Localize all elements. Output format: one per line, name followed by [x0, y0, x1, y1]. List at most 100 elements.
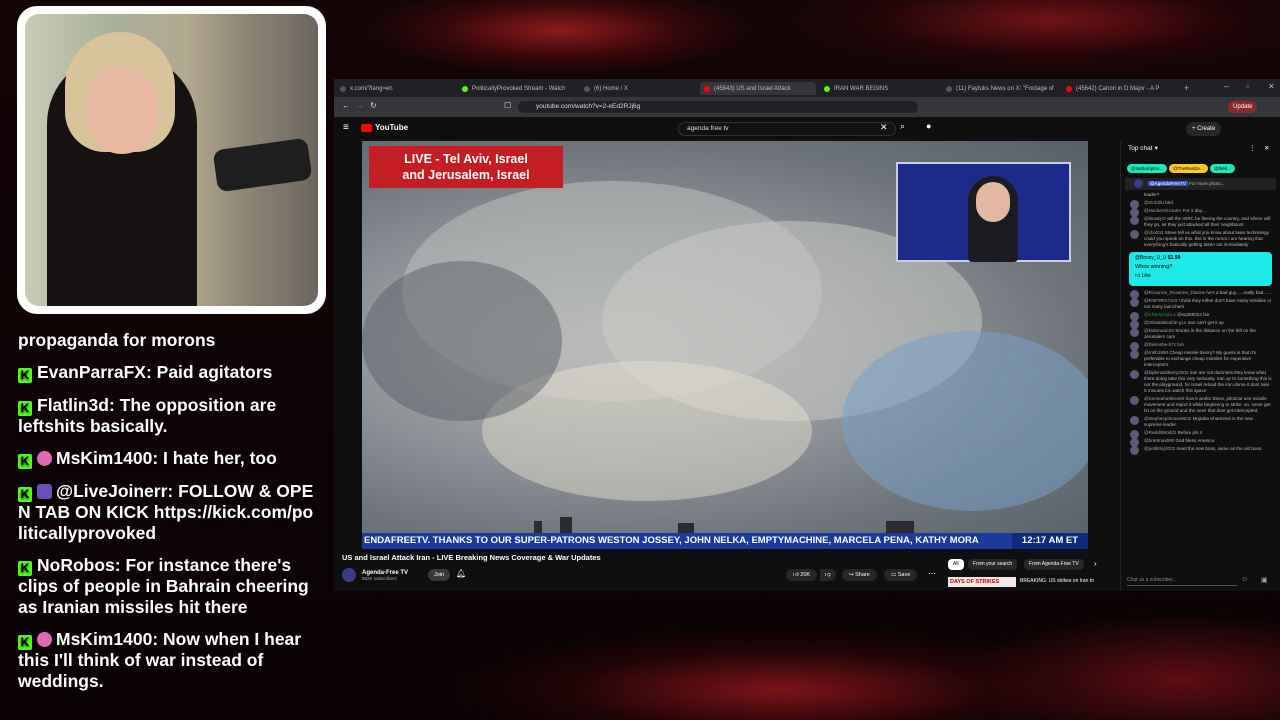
kick-icon	[824, 85, 830, 92]
more-options-icon[interactable]: ⋮	[1249, 144, 1256, 152]
news-ticker: ENDAFREETV. THANKS TO OUR SUPER-PATRONS …	[362, 533, 1088, 549]
kick-icon: K	[18, 487, 32, 502]
x-icon	[584, 85, 590, 92]
new-tab-icon[interactable]: +	[1184, 83, 1189, 93]
donor-chip[interactable]: @rachumpton...	[1127, 164, 1168, 173]
chip-all[interactable]: All	[948, 559, 964, 570]
emoji-icon[interactable]: ☺	[1241, 576, 1248, 583]
live-chat-header: Top chat ▾ ⋮ ✕	[1121, 141, 1280, 155]
ticker-time: 12:17 AM ET	[1012, 533, 1088, 549]
tab-bar: x.com/?lang=en PoliticallyProvoked Strea…	[334, 79, 1280, 97]
youtube-icon	[1066, 85, 1072, 92]
youtube-play-icon	[361, 123, 372, 132]
chevron-right-icon[interactable]: ›	[1094, 559, 1097, 568]
kick-icon: K	[18, 561, 32, 576]
subscriber-badge-icon	[37, 632, 52, 647]
super-chat-icon[interactable]: ▣	[1261, 576, 1268, 584]
location-banner: LIVE - Tel Aviv, Israel and Jerusalem, Is…	[369, 146, 563, 188]
kick-icon: K	[18, 635, 32, 650]
kick-icon	[462, 85, 468, 92]
browser-window: x.com/?lang=en PoliticallyProvoked Strea…	[334, 79, 1280, 591]
donor-chip[interactable]: @thek...	[1209, 164, 1235, 173]
video-player[interactable]: LIVE - Tel Aviv, Israel and Jerusalem, Is…	[362, 141, 1088, 549]
kick-icon: K	[18, 367, 32, 383]
browser-tab[interactable]: PoliticallyProvoked Stream - Watch	[462, 82, 572, 95]
maximize-icon[interactable]: ▫	[1246, 82, 1249, 91]
search-icon[interactable]: ⌕	[900, 121, 905, 132]
chat-message: @RSP3RS7103 I think they either don't ha…	[1121, 297, 1280, 311]
chat-message: @stephenjohnson9632 Mojtaba Khamenei is …	[1121, 415, 1280, 429]
chip-from-channel[interactable]: From Agenda-Free TV	[1024, 559, 1084, 570]
chat-mode-dropdown[interactable]: Top chat	[1128, 145, 1153, 152]
clear-search-icon[interactable]: ✕	[880, 122, 888, 133]
city-skyline	[362, 517, 1088, 533]
recommendation-title[interactable]: BREAKING: US strikes on Iran to	[1020, 578, 1094, 584]
like-button[interactable]: 👍︎ 20K	[786, 569, 818, 581]
chat-message: @HackersScouter For 1 day...	[1121, 207, 1280, 217]
chip-from-search[interactable]: From your search	[968, 559, 1018, 570]
address-bar-row: ← → ↻ ☐ youtube.com/watch?v=2-eEd2RJj6g …	[334, 97, 1280, 117]
back-icon[interactable]: ←	[342, 101, 350, 110]
chat-message: @Roxanne_Roxanne_Dianne he's a bad guy..…	[1121, 289, 1280, 299]
url-field[interactable]: youtube.com/watch?v=2-eEd2RJj6g	[518, 101, 918, 113]
chat-message: @petlilcky2022 meet the new boss, same a…	[1121, 445, 1280, 455]
kick-icon: K	[18, 454, 32, 469]
menu-icon[interactable]: ≡	[343, 122, 349, 133]
youtube-icon	[704, 85, 710, 92]
chat-message: @CherryCola.1 @sq355024 fair	[1121, 311, 1280, 321]
forward-icon[interactable]: →	[356, 101, 364, 110]
reload-icon[interactable]: ↻	[370, 101, 377, 110]
live-chat-panel: Top chat ▾ ⋮ ✕ @rachumpton... @TheReal2A..…	[1120, 141, 1280, 591]
chat-input[interactable]: Chat as a subscriber...	[1127, 575, 1237, 586]
microphone	[212, 137, 313, 193]
dislike-button[interactable]: 👎︎	[820, 569, 836, 581]
stream-chat-overlay: propaganda for morons K EvanParraFX: Paid…	[18, 330, 318, 703]
join-button[interactable]: Join	[428, 569, 451, 581]
donor-chip[interactable]: @TheReal2A...	[1169, 164, 1208, 173]
update-button[interactable]: Update	[1228, 101, 1258, 113]
pinned-message[interactable]: @AgendaFreeTV For more photo...	[1125, 178, 1276, 190]
x-icon	[340, 85, 346, 92]
chevron-down-icon[interactable]: ▾	[1155, 144, 1158, 152]
top-donors: @rachumpton... @TheReal2A... @thek...	[1121, 155, 1280, 177]
search-input[interactable]: agenda free tv	[678, 122, 896, 136]
more-icon[interactable]: ⋯	[928, 569, 936, 578]
browser-tab[interactable]: (45642) Canon in D Major - A P	[1066, 82, 1172, 95]
channel-info[interactable]: Agenda-Free TV 882K subscribers	[342, 568, 408, 582]
subscriber-badge-icon	[37, 451, 52, 466]
share-button[interactable]: ↪ Share	[842, 569, 877, 581]
browser-tab[interactable]: (11) Faytuks News on X: "Footage of	[946, 82, 1058, 95]
browser-tab[interactable]: (6) Home / X	[584, 82, 684, 95]
notification-bell-icon[interactable]: 🔔︎	[456, 569, 466, 578]
save-button[interactable]: ▭ Save	[884, 569, 918, 581]
super-chat[interactable]: @Bossy_U_U $1.99 Whos winning? 👍︎ Like	[1129, 252, 1272, 286]
chat-message: K @LiveJoinerr: FOLLOW & OPEN TAB ON KICK…	[18, 481, 314, 543]
minimize-icon[interactable]: –	[1224, 81, 1229, 91]
anchor-video-inset	[896, 162, 1071, 262]
microphone-icon[interactable]: ●	[926, 121, 931, 131]
youtube-logo[interactable]: YouTube	[361, 123, 408, 132]
browser-tab-active[interactable]: (45643) US and Israel Attack	[700, 82, 816, 95]
close-icon[interactable]: ✕	[1268, 82, 1275, 91]
chat-message: @rmth1890 Cheap missile theory? My guess…	[1121, 349, 1280, 369]
chat-message: @Denoshe-b7c bro	[1121, 341, 1280, 351]
chat-message: K MsKim1400: I hate her, too	[18, 448, 318, 469]
x-icon	[946, 85, 952, 92]
chat-message: K Flatlin3d: The opposition are leftshits…	[18, 394, 277, 436]
avatar[interactable]	[342, 568, 356, 582]
recommendation-thumbnail[interactable]: DAYS OF STRIKES	[948, 577, 1016, 587]
create-button[interactable]: + Create	[1186, 122, 1222, 136]
chat-message: K NoRobos: For instance there's clips of …	[18, 555, 309, 617]
chat-message: K EvanParraFX: Paid agitators	[18, 362, 318, 383]
chat-message: @tlerakyO will the IGRC be fleeing the c…	[1121, 215, 1280, 229]
browser-tab[interactable]: x.com/?lang=en	[340, 82, 440, 95]
chat-message: @OtisalaBooble-g1s Iran can't get it up	[1121, 319, 1280, 329]
webcam-video	[25, 14, 318, 306]
video-title: US and Israel Attack Iran - LIVE Breakin…	[342, 553, 601, 562]
kick-icon: K	[18, 400, 32, 416]
chat-message: leader?	[1144, 192, 1160, 197]
chat-message: @Sorseaha99ice69 how it works Steve, pil…	[1121, 395, 1280, 415]
browser-tab[interactable]: IRAN WAR BEGINS	[824, 82, 934, 95]
close-chat-icon[interactable]: ✕	[1264, 144, 1269, 152]
bookmark-icon[interactable]: ☐	[504, 101, 511, 110]
